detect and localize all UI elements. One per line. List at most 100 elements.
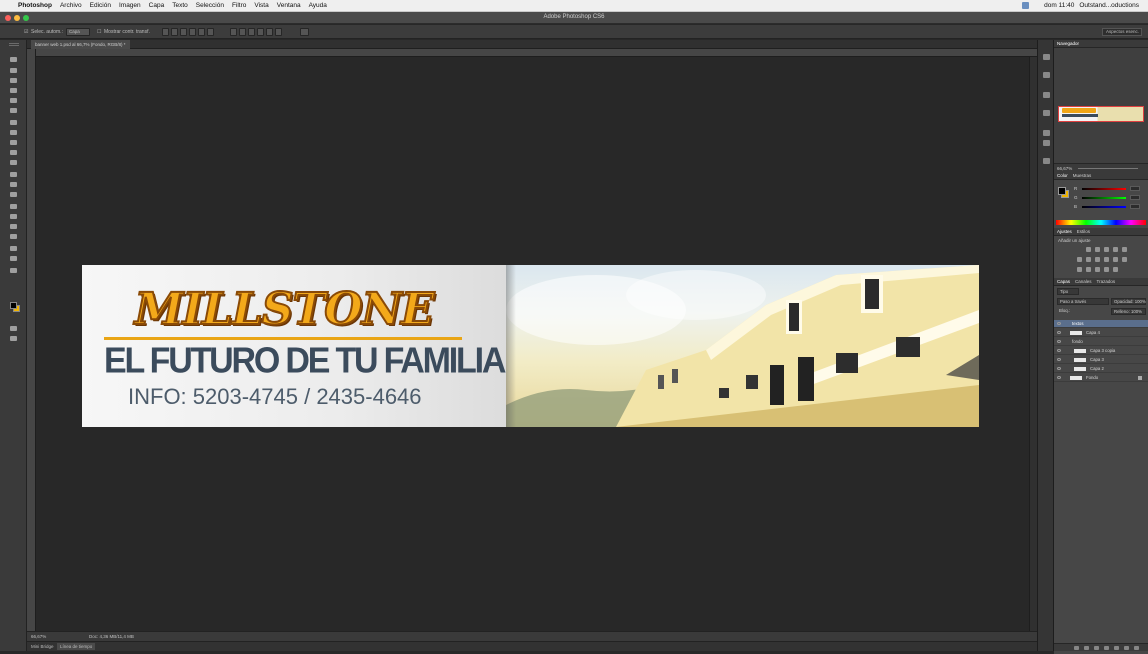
tab-paths[interactable]: Trazados <box>1097 279 1116 284</box>
auto-select-checkbox[interactable]: ☑ <box>24 29 28 35</box>
black-white-adjust-icon[interactable] <box>1095 257 1100 262</box>
visibility-eye-icon[interactable] <box>1057 322 1061 325</box>
navigator-preview[interactable] <box>1058 106 1144 122</box>
levels-adjust-icon[interactable] <box>1095 247 1100 252</box>
lasso-tool-icon[interactable] <box>10 78 17 83</box>
delete-layer-icon[interactable] <box>1134 646 1139 650</box>
workspace-switcher[interactable]: Aspectos esenc. <box>1102 28 1142 36</box>
color-spectrum-bar[interactable] <box>1056 220 1146 225</box>
menu-capa[interactable]: Capa <box>145 2 169 9</box>
brush-tool-icon[interactable] <box>10 130 17 135</box>
tab-navigator[interactable]: Navegador <box>1057 41 1079 46</box>
mini-bridge-tab[interactable]: Mini Bridge <box>31 644 54 649</box>
quick-mask-icon[interactable] <box>10 326 17 331</box>
crop-tool-icon[interactable] <box>10 98 17 103</box>
green-slider[interactable] <box>1082 197 1126 199</box>
menu-app-name[interactable]: Photoshop <box>14 2 56 9</box>
foreground-color-swatch[interactable] <box>10 302 17 309</box>
blur-tool-icon[interactable] <box>10 182 17 187</box>
visibility-eye-icon[interactable] <box>1057 331 1061 334</box>
layer-style-icon[interactable] <box>1084 646 1089 650</box>
info-panel-icon[interactable] <box>1043 92 1050 98</box>
adjustment-layer-icon[interactable] <box>1104 646 1109 650</box>
layer-row-fondo-group[interactable]: fondo <box>1054 338 1148 346</box>
menubar-user[interactable]: Outstand...oductions <box>1079 2 1139 9</box>
menu-ventana[interactable]: Ventana <box>273 2 305 9</box>
align-right-button[interactable] <box>207 28 214 36</box>
layer-row-capa-3[interactable]: Capa 3 <box>1054 356 1148 364</box>
visibility-eye-icon[interactable] <box>1057 376 1061 379</box>
tab-adjustments[interactable]: Ajustes <box>1057 229 1072 234</box>
tab-color[interactable]: Color <box>1057 173 1068 178</box>
red-slider[interactable] <box>1082 188 1126 190</box>
history-brush-tool-icon[interactable] <box>10 150 17 155</box>
visibility-eye-icon[interactable] <box>1057 349 1061 352</box>
curves-adjust-icon[interactable] <box>1104 247 1109 252</box>
new-layer-icon[interactable] <box>1124 646 1129 650</box>
navigator-zoom-slider[interactable] <box>1078 168 1138 169</box>
green-value-field[interactable] <box>1130 195 1140 200</box>
path-select-tool-icon[interactable] <box>10 224 17 229</box>
brightness-adjust-icon[interactable] <box>1086 247 1091 252</box>
align-top-button[interactable] <box>162 28 169 36</box>
distribute-vcenter-button[interactable] <box>239 28 246 36</box>
pen-tool-icon[interactable] <box>10 204 17 209</box>
extra-tools-icon[interactable] <box>10 268 17 273</box>
channel-mixer-adjust-icon[interactable] <box>1113 257 1118 262</box>
selective-color-adjust-icon[interactable] <box>1113 267 1118 272</box>
character-panel-icon[interactable] <box>1043 130 1050 136</box>
align-hcenter-button[interactable] <box>198 28 205 36</box>
color-lookup-adjust-icon[interactable] <box>1122 257 1127 262</box>
screen-mode-icon[interactable] <box>10 336 17 341</box>
clone-stamp-tool-icon[interactable] <box>10 140 17 145</box>
menu-filtro[interactable]: Filtro <box>228 2 250 9</box>
history-panel-icon[interactable] <box>1043 54 1050 60</box>
new-group-icon[interactable] <box>1114 646 1119 650</box>
distribute-hcenter-button[interactable] <box>266 28 273 36</box>
auto-align-button[interactable] <box>300 28 309 36</box>
document-size-info[interactable]: Doc: 4,36 MB/11,4 MB <box>89 634 134 639</box>
shape-tool-icon[interactable] <box>10 234 17 239</box>
color-panel-foreground[interactable] <box>1058 187 1066 195</box>
navigator-zoom-value[interactable]: 66,67% <box>1057 166 1072 171</box>
threshold-adjust-icon[interactable] <box>1095 267 1100 272</box>
healing-brush-tool-icon[interactable] <box>10 120 17 125</box>
eyedropper-tool-icon[interactable] <box>10 108 17 113</box>
brush-panel-icon[interactable] <box>1043 110 1050 116</box>
layer-row-capa-3-copia[interactable]: Capa 3 copia <box>1054 347 1148 355</box>
dodge-tool-icon[interactable] <box>10 192 17 197</box>
opacity-field[interactable]: Opacidad: 100% <box>1111 298 1146 305</box>
align-bottom-button[interactable] <box>180 28 187 36</box>
document-tab[interactable]: banner web 1.psd al 66,7% (Fondo, RGB/8)… <box>31 40 130 49</box>
vertical-ruler[interactable] <box>27 49 36 631</box>
distribute-left-button[interactable] <box>257 28 264 36</box>
blue-slider[interactable] <box>1082 206 1126 208</box>
menu-archivo[interactable]: Archivo <box>56 2 86 9</box>
menu-vista[interactable]: Vista <box>250 2 272 9</box>
align-vcenter-button[interactable] <box>171 28 178 36</box>
fill-field[interactable]: Relleno: 100% <box>1111 308 1146 315</box>
photo-filter-adjust-icon[interactable] <box>1104 257 1109 262</box>
visibility-eye-icon[interactable] <box>1057 340 1061 343</box>
paragraph-panel-icon[interactable] <box>1043 140 1050 146</box>
blend-mode-dropdown[interactable]: Paso a través <box>1057 298 1109 305</box>
status-app-icon[interactable] <box>1022 2 1030 9</box>
zoom-level-field[interactable]: 66,67% <box>31 634 46 639</box>
visibility-eye-icon[interactable] <box>1057 358 1061 361</box>
color-balance-adjust-icon[interactable] <box>1086 257 1091 262</box>
gradient-map-adjust-icon[interactable] <box>1104 267 1109 272</box>
show-transform-checkbox[interactable]: ☐ <box>97 29 101 35</box>
layer-mask-icon[interactable] <box>1094 646 1099 650</box>
eraser-tool-icon[interactable] <box>10 160 17 165</box>
gradient-tool-icon[interactable] <box>10 172 17 177</box>
blue-value-field[interactable] <box>1130 204 1140 209</box>
link-layers-icon[interactable] <box>1074 646 1079 650</box>
layer-row-capa-2[interactable]: Capa 2 <box>1054 365 1148 373</box>
tool-presets-panel-icon[interactable] <box>1043 158 1050 164</box>
layer-row-textos[interactable]: textos <box>1054 320 1148 328</box>
properties-panel-icon[interactable] <box>1043 72 1050 78</box>
marquee-tool-icon[interactable] <box>10 68 17 73</box>
hand-tool-icon[interactable] <box>10 246 17 251</box>
menubar-clock[interactable]: dom 11:40 <box>1044 2 1074 9</box>
vibrance-adjust-icon[interactable] <box>1122 247 1127 252</box>
